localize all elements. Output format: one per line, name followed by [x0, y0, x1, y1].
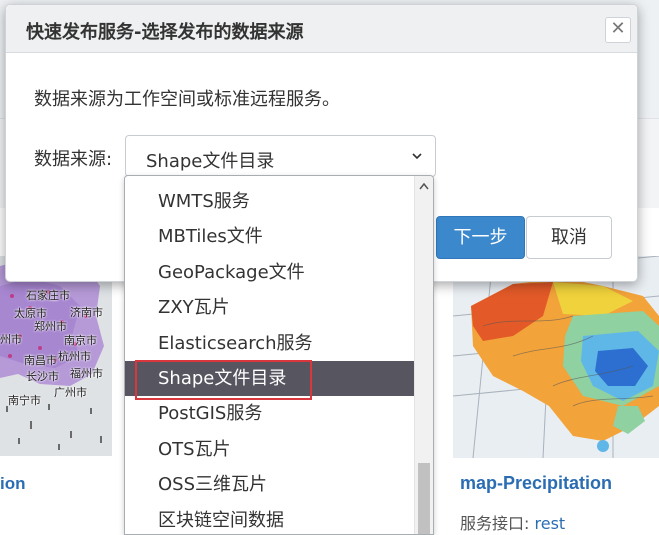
scroll-up-arrow-icon[interactable]	[419, 182, 429, 190]
left-card-title[interactable]: ion	[0, 474, 26, 494]
dialog-title: 快速发布服务-选择发布的数据来源	[26, 22, 304, 43]
map-city-label: 石家庄市	[26, 289, 70, 302]
dropdown-scrollbar[interactable]	[414, 176, 433, 534]
map-city-label: 南昌市	[24, 354, 57, 367]
dialog-description: 数据来源为工作空间或标准远程服务。	[34, 89, 340, 110]
dropdown-option[interactable]: OTS瓦片	[125, 432, 414, 467]
close-icon: ✕	[610, 18, 626, 39]
close-button[interactable]: ✕	[605, 17, 631, 43]
service-interface-link[interactable]: rest	[535, 514, 566, 533]
map-city-label: 郑州市	[34, 320, 67, 333]
precipitation-map-graphic	[453, 256, 659, 458]
dropdown-option[interactable]: PostGIS服务	[125, 396, 414, 431]
data-source-selected-value: Shape文件目录	[146, 151, 275, 172]
map-city-label: 杭州市	[58, 350, 91, 363]
data-source-label: 数据来源:	[34, 149, 113, 170]
dropdown-option[interactable]: WMTS服务	[125, 184, 414, 219]
data-source-select[interactable]: Shape文件目录	[125, 135, 436, 177]
chevron-down-icon	[412, 153, 422, 160]
left-card-map-thumbnail[interactable]: 石家庄市 济南市 太原市 南京市 郑州市 杭州市 南昌市 福州市 长沙市 广州市…	[0, 256, 112, 456]
dropdown-option[interactable]: OSS三维瓦片	[125, 467, 414, 502]
map-city-label: 福州市	[70, 367, 103, 380]
dropdown-option[interactable]: MBTiles文件	[125, 219, 414, 254]
map-city-label: 济南市	[70, 306, 103, 319]
map-city-label: 州市	[0, 333, 22, 346]
dropdown-option[interactable]: ZXY瓦片	[125, 290, 414, 325]
selection-highlight-box	[135, 360, 312, 400]
map-city-label: 南京市	[64, 334, 97, 347]
dialog-header: 快速发布服务-选择发布的数据来源 ✕	[6, 5, 637, 53]
map-city-label: 广州市	[54, 386, 87, 399]
cancel-button[interactable]: 取消	[526, 216, 612, 259]
dropdown-option[interactable]: GeoPackage文件	[125, 255, 414, 290]
dropdown-option[interactable]: 区块链空间数据	[125, 503, 414, 534]
right-card-title[interactable]: map-Precipitation	[460, 473, 612, 494]
service-interface-label: 服务接口:	[460, 514, 530, 533]
scrollbar-thumb[interactable]	[418, 463, 430, 534]
map-city-label: 南宁市	[8, 394, 41, 407]
right-card-meta: 服务接口: rest	[460, 510, 565, 534]
data-source-dropdown-list: WMTS服务 MBTiles文件 GeoPackage文件 ZXY瓦片 Elas…	[124, 175, 434, 535]
dropdown-option[interactable]: Elasticsearch服务	[125, 326, 414, 361]
next-step-button[interactable]: 下一步	[436, 216, 525, 259]
map-city-label: 长沙市	[26, 370, 59, 383]
right-card-map-thumbnail[interactable]	[453, 256, 659, 458]
